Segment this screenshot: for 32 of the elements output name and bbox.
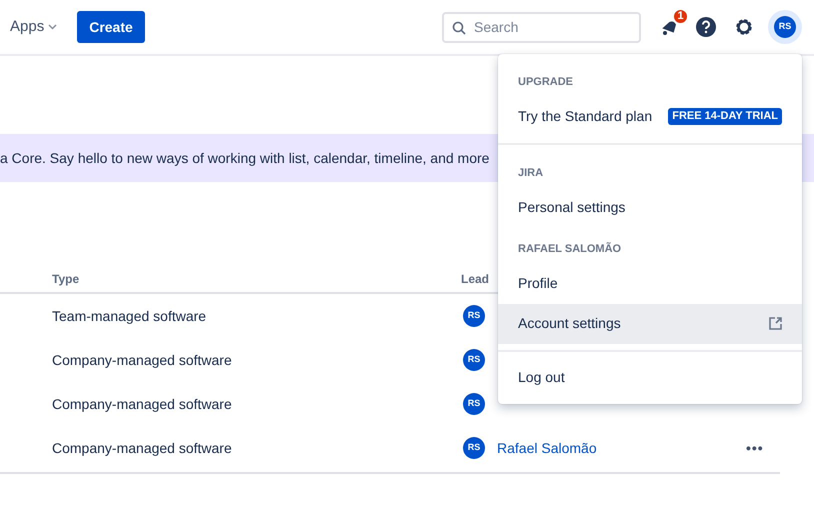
search-icon <box>452 20 466 34</box>
trial-badge: FREE 14-DAY TRIAL <box>668 108 782 125</box>
settings-icon[interactable] <box>734 17 754 37</box>
chevron-down-icon <box>48 24 58 30</box>
menu-item[interactable]: Try the Standard plan FREE 14-DAY TRIAL <box>498 96 802 136</box>
user-avatar: RS <box>774 16 796 38</box>
create-button[interactable]: Create <box>77 11 145 43</box>
user-avatar: RS <box>463 393 485 415</box>
notification-badge: 1 <box>672 8 689 25</box>
table-cell-text: Company-managed software <box>52 438 233 458</box>
user-avatar: RS <box>463 349 485 371</box>
apps-menu[interactable]: Apps <box>10 16 58 38</box>
menu-item[interactable]: Profile <box>498 264 802 304</box>
lead-link[interactable]: Rafael Salomão <box>497 438 597 458</box>
help-icon[interactable] <box>695 16 717 38</box>
more-actions-button[interactable]: ••• <box>746 438 764 458</box>
table-cell-text: Company-managed software <box>52 394 233 414</box>
table-cell-text: Company-managed software <box>52 350 233 370</box>
menu-item[interactable]: Log out <box>498 358 802 398</box>
column-header[interactable]: Lead <box>461 270 490 288</box>
section-heading: JIRA <box>517 166 544 180</box>
column-header: Type <box>52 271 80 288</box>
user-avatar: RS <box>463 437 485 459</box>
user-avatar: RS <box>463 305 485 327</box>
search-field[interactable]: Search <box>442 12 641 42</box>
banner-text: a Core. Say hello to new ways of working with list, calendar, timeline, and more <box>0 148 490 168</box>
table-cell-text: Team-managed software <box>52 306 208 326</box>
menu-item[interactable]: Personal settings <box>498 187 802 227</box>
menu-item[interactable]: Account settings <box>498 304 802 344</box>
section-heading: UPGRADE <box>517 75 574 90</box>
section-heading: RAFAEL SALOMÃO <box>517 241 622 257</box>
profile-button[interactable]: RS <box>768 10 802 44</box>
